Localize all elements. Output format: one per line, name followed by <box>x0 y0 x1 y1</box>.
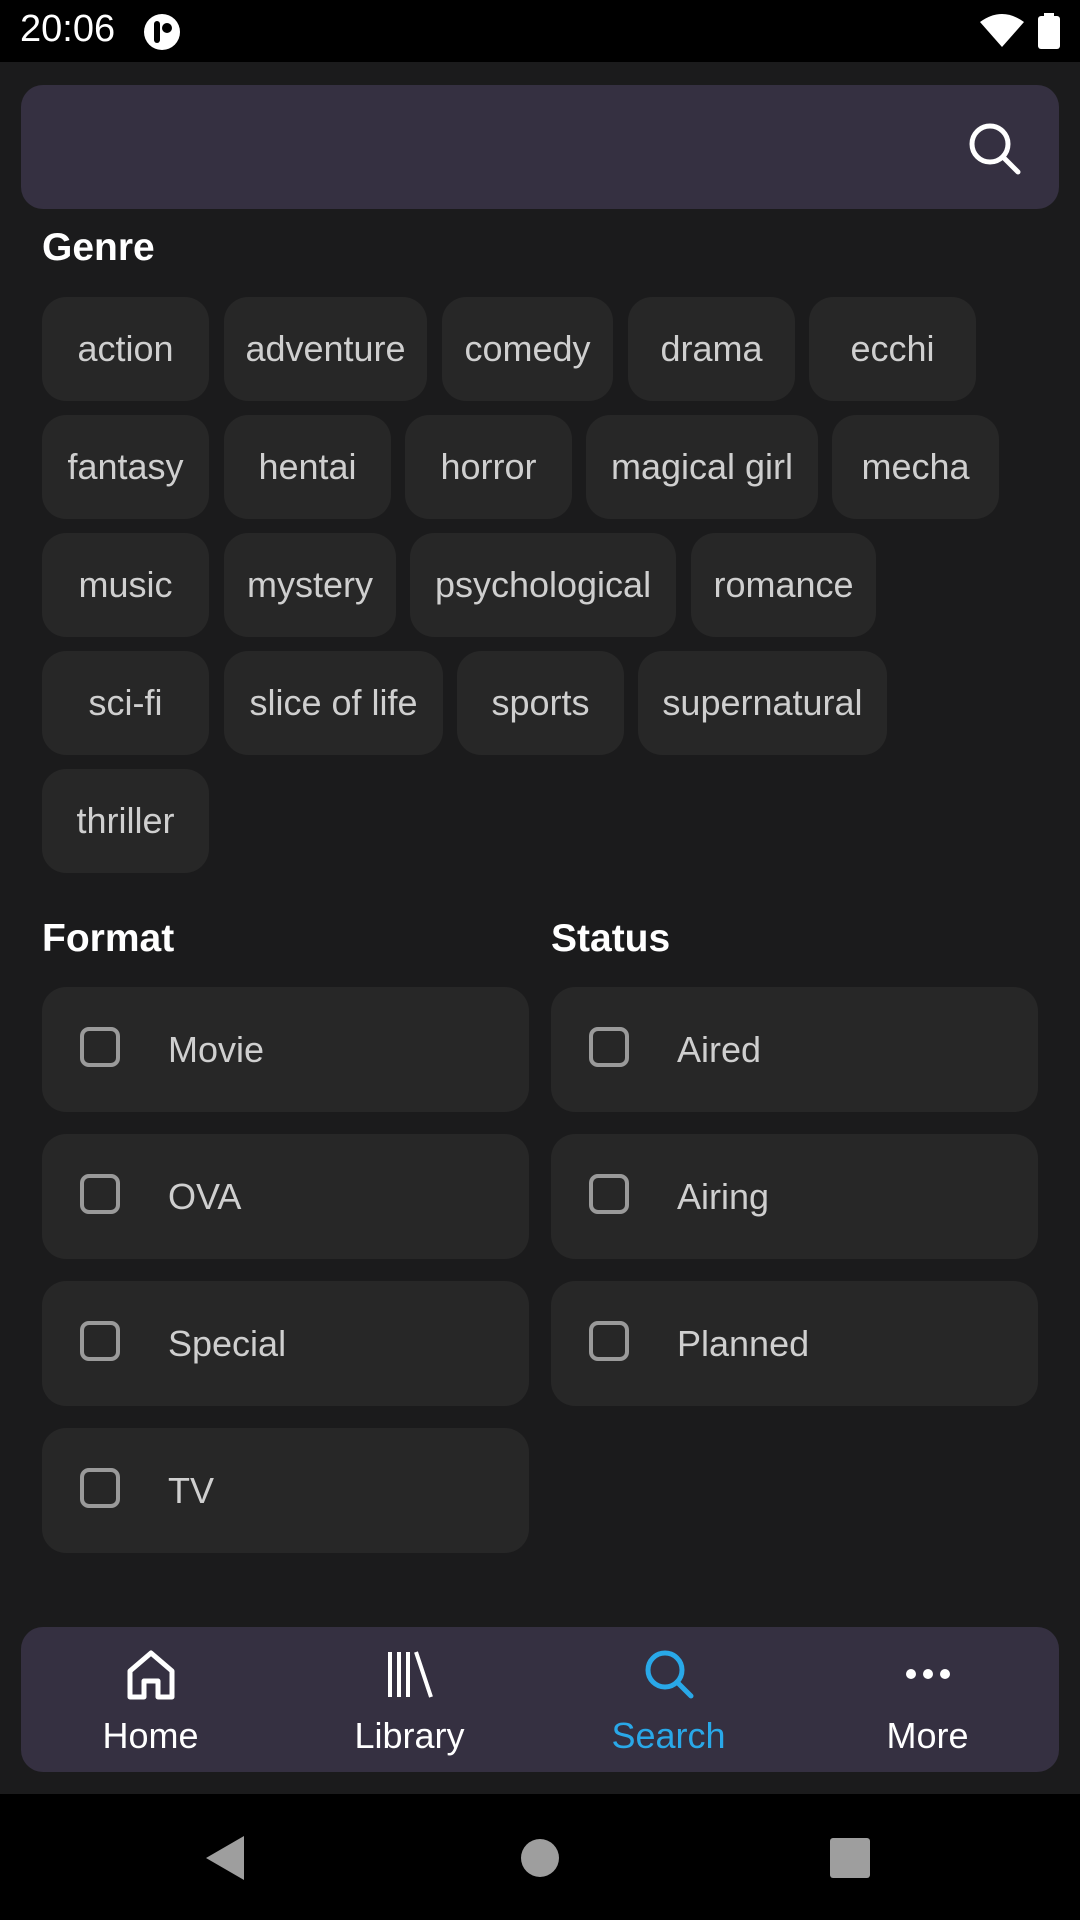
format-title: Format <box>42 917 175 960</box>
genre-title: Genre <box>42 226 155 269</box>
option-label: Special <box>168 1323 287 1364</box>
nav-item-more[interactable]: More <box>798 1627 1057 1772</box>
option-label: OVA <box>168 1176 242 1217</box>
genre-chip-supernatural[interactable]: supernatural <box>638 651 887 755</box>
nav-label: Library <box>354 1715 465 1756</box>
nav-item-library[interactable]: Library <box>280 1627 539 1772</box>
status-option-airing[interactable]: Airing <box>551 1134 1038 1259</box>
home-icon <box>127 1650 175 1700</box>
genre-chip-psychological[interactable]: psychological <box>410 533 676 637</box>
status-option-aired[interactable]: Aired <box>551 987 1038 1112</box>
genre-chip-drama[interactable]: drama <box>628 297 795 401</box>
back-icon <box>206 1836 244 1880</box>
genre-chip-slice-of-life[interactable]: slice of life <box>224 651 443 755</box>
checkbox[interactable] <box>589 1027 629 1067</box>
status-option-planned[interactable]: Planned <box>551 1281 1038 1406</box>
option-label: Aired <box>677 1029 762 1070</box>
system-nav-bar <box>0 1794 1080 1920</box>
format-option-special[interactable]: Special <box>42 1281 529 1406</box>
home-circle-icon <box>521 1839 559 1877</box>
option-label: TV <box>168 1470 215 1511</box>
genre-chip-mystery[interactable]: mystery <box>224 533 396 637</box>
genre-chip-sci-fi[interactable]: sci-fi <box>42 651 209 755</box>
search-icon <box>969 123 1021 175</box>
checkbox[interactable] <box>80 1321 120 1361</box>
genre-chip-hentai[interactable]: hentai <box>224 415 391 519</box>
nav-label: More <box>886 1715 969 1756</box>
genre-chip-mecha[interactable]: mecha <box>832 415 999 519</box>
option-label: Planned <box>677 1323 810 1364</box>
genre-chip-thriller[interactable]: thriller <box>42 769 209 873</box>
nav-label: Search <box>611 1715 726 1756</box>
search-bar <box>21 85 1059 211</box>
app-notification-icon <box>144 14 180 50</box>
nav-item-home[interactable]: Home <box>21 1627 280 1772</box>
genre-chip-action[interactable]: action <box>42 297 209 401</box>
status-title: Status <box>551 917 671 960</box>
genre-chip-adventure[interactable]: adventure <box>224 297 427 401</box>
checkbox[interactable] <box>80 1468 120 1508</box>
option-label: Airing <box>677 1176 770 1217</box>
status-time: 20:06 <box>20 8 116 50</box>
checkbox[interactable] <box>80 1027 120 1067</box>
checkbox[interactable] <box>589 1321 629 1361</box>
format-option-tv[interactable]: TV <box>42 1428 529 1553</box>
nav-item-search[interactable]: Search <box>539 1627 798 1772</box>
battery-icon <box>1038 13 1060 49</box>
bottom-nav: Home Library Search More <box>21 1627 1059 1772</box>
search-input[interactable] <box>51 85 955 211</box>
genre-chip-ecchi[interactable]: ecchi <box>809 297 976 401</box>
library-icon <box>388 1651 433 1698</box>
search-button[interactable] <box>967 121 1023 177</box>
status-bar: 20:06 <box>0 0 1080 62</box>
genre-chip-sports[interactable]: sports <box>457 651 624 755</box>
nav-label: Home <box>102 1715 199 1756</box>
recents-button[interactable] <box>830 1838 870 1878</box>
format-option-ova[interactable]: OVA <box>42 1134 529 1259</box>
genre-chip-horror[interactable]: horror <box>405 415 572 519</box>
genre-chip-romance[interactable]: romance <box>691 533 876 637</box>
search-icon <box>645 1650 694 1699</box>
genre-chip-comedy[interactable]: comedy <box>442 297 613 401</box>
wifi-icon <box>980 14 1024 47</box>
genre-chip-fantasy[interactable]: fantasy <box>42 415 209 519</box>
format-option-movie[interactable]: Movie <box>42 987 529 1112</box>
option-label: Movie <box>168 1029 265 1070</box>
genre-chip-music[interactable]: music <box>42 533 209 637</box>
recents-icon <box>830 1838 870 1878</box>
genre-chip-magical-girl[interactable]: magical girl <box>586 415 818 519</box>
checkbox[interactable] <box>589 1174 629 1214</box>
checkbox[interactable] <box>80 1174 120 1214</box>
more-icon <box>906 1669 950 1679</box>
home-button[interactable] <box>520 1838 560 1878</box>
back-button[interactable] <box>204 1834 246 1882</box>
